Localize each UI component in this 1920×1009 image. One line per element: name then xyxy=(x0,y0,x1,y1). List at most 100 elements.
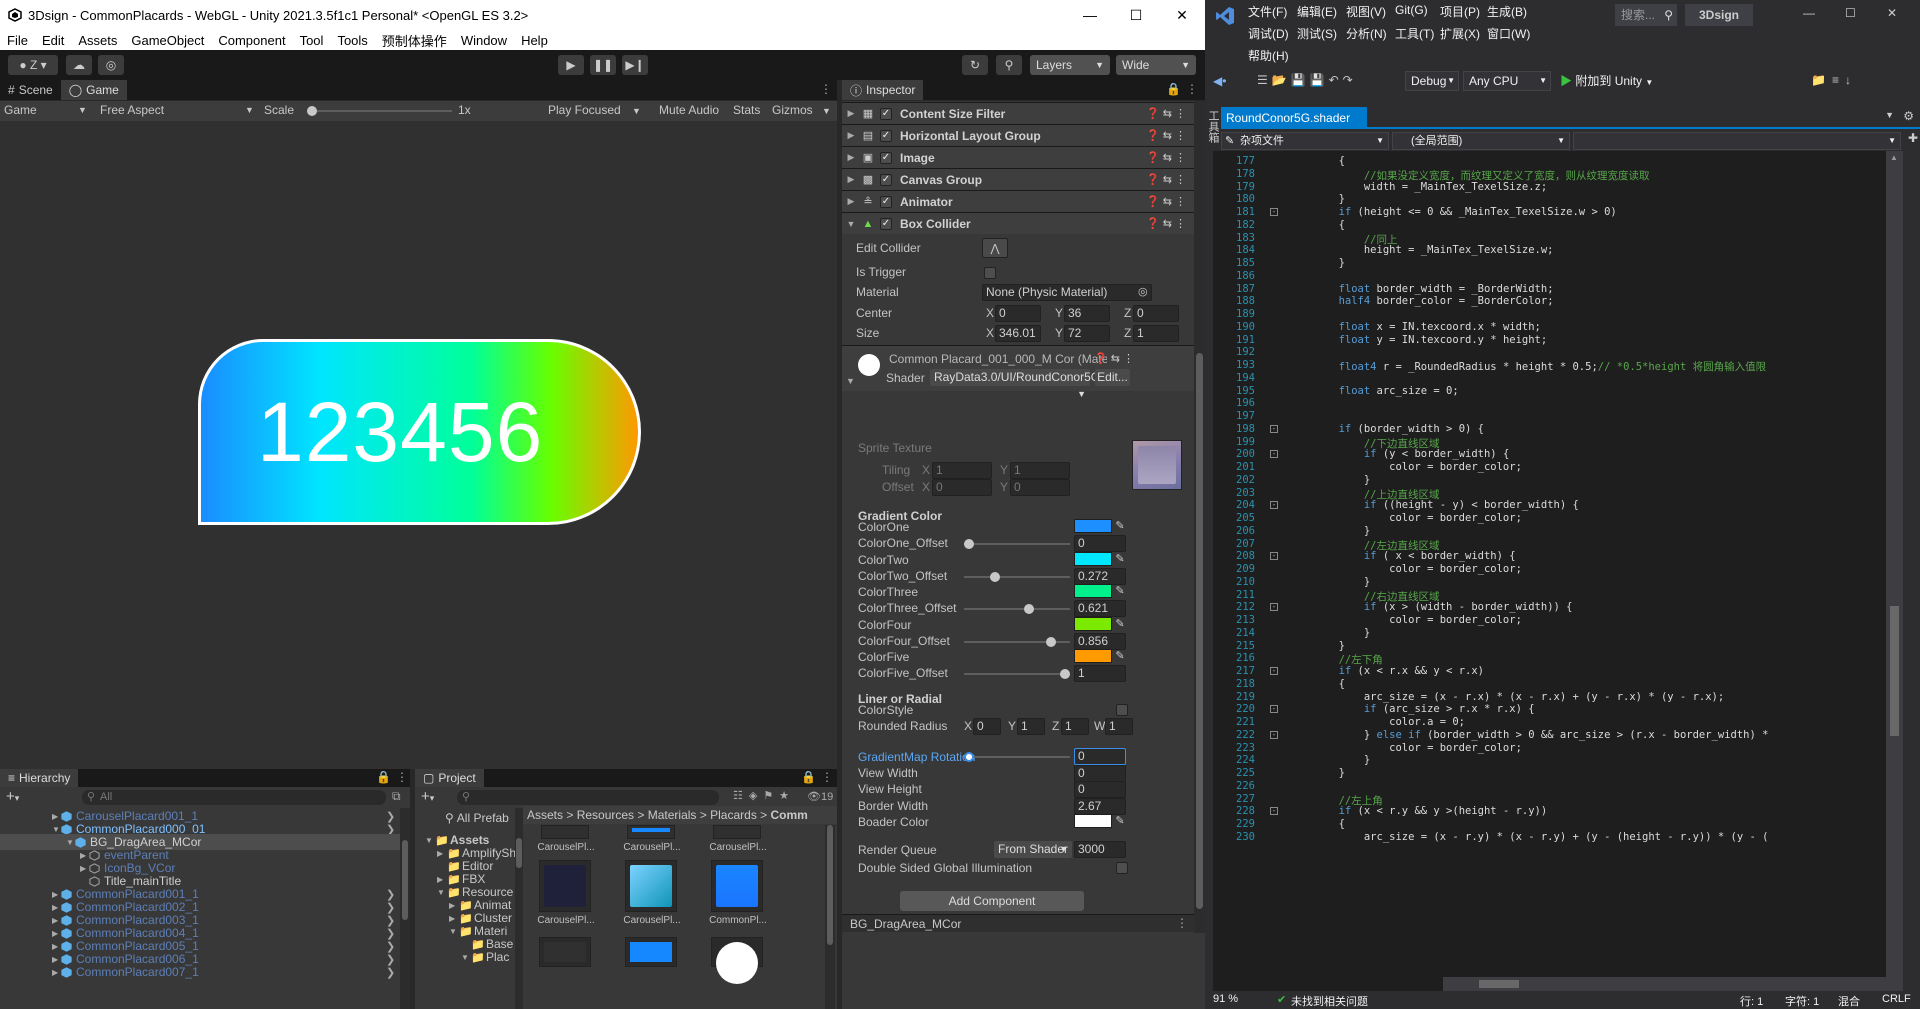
vs-menu-analyze[interactable]: 分析(N) xyxy=(1346,25,1387,42)
fold-icon[interactable]: - xyxy=(1270,667,1278,675)
vs-close-icon[interactable]: ✕ xyxy=(1887,6,1897,20)
layout-dropdown[interactable]: Wide ▼ xyxy=(1116,55,1196,75)
hierarchy-lock-icon[interactable]: 🔒 xyxy=(376,770,391,784)
fold-icon[interactable]: - xyxy=(1270,501,1278,510)
close-icon[interactable]: ✕ xyxy=(1159,0,1205,30)
vs-platform-select[interactable]: Any CPU ▼ xyxy=(1463,71,1551,91)
double-sided-gi-checkbox[interactable] xyxy=(1116,862,1128,874)
center-y-field[interactable]: 36 xyxy=(1064,305,1110,322)
preview-label[interactable]: BG_DragArea_MCor xyxy=(850,917,961,931)
component-tools[interactable]: ❓ ⇆ ⋮ xyxy=(1146,217,1186,230)
lock-icon[interactable]: 🔒 xyxy=(1166,82,1181,96)
sprite-texture-thumbnail[interactable] xyxy=(1132,440,1182,490)
color-two-offset-slider[interactable] xyxy=(964,572,1070,582)
component-tools[interactable]: ❓ ⇆ ⋮ xyxy=(1146,195,1186,208)
color-five-swatch[interactable] xyxy=(1074,649,1112,663)
expand-arrow-icon[interactable]: ▼ xyxy=(52,825,60,834)
tree-arrow-icon[interactable]: ▼ xyxy=(437,888,445,897)
layers-dropdown[interactable]: Layers ▼ xyxy=(1030,55,1110,75)
offset-x-field[interactable]: 0 xyxy=(932,479,992,496)
foldout-icon[interactable]: ▼ xyxy=(844,219,858,229)
color-one-offset-slider[interactable] xyxy=(964,539,1070,549)
color-one-offset-field[interactable]: 0 xyxy=(1074,535,1126,552)
gradient-rotation-slider[interactable] xyxy=(964,752,1070,762)
color-one-swatch[interactable] xyxy=(1074,519,1112,533)
menu-gameobject[interactable]: GameObject xyxy=(124,33,211,48)
tree-arrow-icon[interactable]: ▶ xyxy=(437,875,443,884)
vs-menu-debug[interactable]: 调试(D) xyxy=(1248,25,1289,42)
foldout-icon[interactable]: ▶ xyxy=(844,196,858,207)
project-tool-icons[interactable]: ☷◈⚑★ xyxy=(733,789,795,802)
project-tree-scrollbar[interactable] xyxy=(515,808,523,1009)
asset-tile[interactable] xyxy=(539,860,591,912)
menu-prefab-ops[interactable]: 预制体操作 xyxy=(375,31,454,50)
mute-audio-toggle[interactable]: Mute Audio xyxy=(659,103,719,117)
center-x-field[interactable]: 0 xyxy=(995,305,1041,322)
component-4[interactable]: ▶ ≗ ✓ Animator ❓ ⇆ ⋮ xyxy=(842,190,1194,212)
inspector-scrollbar[interactable] xyxy=(1194,101,1205,933)
breadcrumb-assets[interactable]: Assets xyxy=(527,808,563,822)
size-z-field[interactable]: 1 xyxy=(1133,325,1179,342)
expand-arrow-icon[interactable]: ▼ xyxy=(66,838,74,847)
component-tools[interactable]: ❓ ⇆ ⋮ xyxy=(1146,151,1186,164)
component-tools[interactable]: ❓ ⇆ ⋮ xyxy=(1146,129,1186,142)
expand-arrow-icon[interactable]: ▶ xyxy=(52,955,58,964)
prefab-arrow-icon[interactable]: ❯ xyxy=(386,966,395,979)
tab-inspector[interactable]: ⓘ Inspector xyxy=(842,80,924,100)
expand-arrow-icon[interactable]: ▶ xyxy=(80,864,86,873)
component-enabled-checkbox[interactable]: ✓ xyxy=(880,129,892,142)
rounded-radius-y-field[interactable]: 1 xyxy=(1017,718,1045,735)
vs-minimize-icon[interactable]: — xyxy=(1803,6,1815,20)
step-button[interactable]: ▶❙ xyxy=(622,55,648,75)
expand-arrow-icon[interactable]: ▶ xyxy=(52,968,58,977)
color-one-picker-icon[interactable]: ✎ xyxy=(1113,519,1127,533)
asset-tile[interactable] xyxy=(541,825,589,839)
vs-zoom[interactable]: 91 % xyxy=(1213,993,1238,1005)
vs-scope-left[interactable]: ✎ 杂项文件 ▼ xyxy=(1221,132,1389,150)
maximize-icon[interactable]: ☐ xyxy=(1113,0,1159,30)
tree-arrow-icon[interactable]: ▶ xyxy=(437,849,443,858)
component-enabled-checkbox[interactable]: ✓ xyxy=(880,107,892,120)
foldout-icon[interactable]: ▶ xyxy=(844,130,858,141)
placard[interactable]: 123456 xyxy=(198,339,641,525)
vs-issues[interactable]: 未找到相关问题 xyxy=(1291,993,1368,1009)
vs-split-icon[interactable]: ✚ xyxy=(1908,131,1918,145)
pause-button[interactable]: ❚❚ xyxy=(590,55,616,75)
tree-arrow-icon[interactable]: ▼ xyxy=(449,927,457,936)
fold-icon[interactable]: - xyxy=(1270,552,1278,561)
preview-menu-icon[interactable]: ⋮ xyxy=(1176,916,1188,930)
tiling-y-field[interactable]: 1 xyxy=(1010,462,1070,479)
vs-menu-project[interactable]: 项目(P) xyxy=(1440,3,1480,20)
vs-tab-overflow-icon[interactable]: ▼ xyxy=(1885,110,1894,120)
project-add-button[interactable]: +▾ xyxy=(421,788,434,805)
border-width-field[interactable]: 2.67 xyxy=(1074,798,1126,815)
scale-slider[interactable] xyxy=(307,106,452,116)
menu-file[interactable]: File xyxy=(0,33,35,48)
editor-scrollbar[interactable]: ▲ xyxy=(1886,151,1903,991)
color-five-offset-field[interactable]: 1 xyxy=(1074,665,1126,682)
aspect-dropdown[interactable]: Free Aspect xyxy=(100,103,164,117)
vs-eol[interactable]: CRLF xyxy=(1882,993,1911,1005)
tab-project[interactable]: ▢ Project xyxy=(415,769,484,787)
gradient-rotation-field[interactable]: 0 xyxy=(1074,748,1126,765)
foldout-icon[interactable]: ▶ xyxy=(844,108,858,119)
tree-arrow-icon[interactable]: ▶ xyxy=(449,914,455,923)
edit-collider-button[interactable]: ⋀ xyxy=(982,238,1008,258)
component-enabled-checkbox[interactable]: ✓ xyxy=(880,195,892,208)
render-queue-dropdown[interactable]: From Shader ▼ xyxy=(994,841,1072,858)
color-three-swatch[interactable] xyxy=(1074,584,1112,598)
hierarchy-menu-icon[interactable]: ⋮ xyxy=(396,770,408,784)
color-four-offset-field[interactable]: 0.856 xyxy=(1074,633,1126,650)
fold-icon[interactable]: - xyxy=(1270,730,1278,739)
account-button[interactable]: ● Z ▾ xyxy=(8,55,58,75)
view-height-field[interactable]: 0 xyxy=(1074,781,1126,798)
menu-component[interactable]: Component xyxy=(211,33,292,48)
vs-toolbar-right-icons[interactable]: 📁≡↓ xyxy=(1811,73,1857,87)
menu-edit[interactable]: Edit xyxy=(35,33,71,48)
color-four-picker-icon[interactable]: ✎ xyxy=(1113,617,1127,631)
fold-icon[interactable]: - xyxy=(1270,807,1278,816)
breadcrumb-resources[interactable]: Resources xyxy=(577,808,634,822)
expand-arrow-icon[interactable]: ▶ xyxy=(52,929,58,938)
vs-menu-build[interactable]: 生成(B) xyxy=(1487,3,1527,20)
vs-menu-window[interactable]: 窗口(W) xyxy=(1487,25,1530,42)
